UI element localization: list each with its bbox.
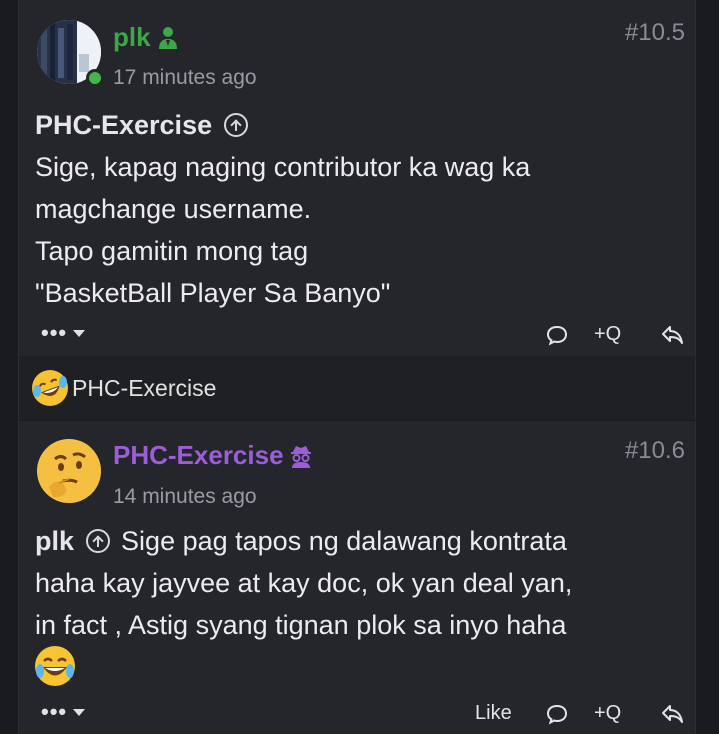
post-body: plk Sige pag tapos ng dalawang kontrata … — [35, 520, 685, 690]
share-button[interactable] — [659, 700, 687, 728]
reply-arrow-icon — [659, 700, 687, 728]
post-author[interactable]: plk — [113, 21, 179, 53]
reaction-users[interactable]: PHC-Exercise — [72, 375, 216, 402]
username-label[interactable]: PHC-Exercise — [113, 439, 284, 471]
quote-line: plk Sige pag tapos ng dalawang kontrata — [35, 520, 685, 562]
avatar-phc-exercise[interactable] — [37, 439, 101, 503]
body-line: Sige pag tapos ng dalawang kontrata — [121, 526, 567, 556]
laughing-tears-emoji-icon — [35, 646, 75, 686]
quote-button[interactable]: +Q — [594, 700, 621, 726]
body-line: in fact , Astig syang tignan plok sa iny… — [35, 610, 567, 640]
reply-arrow-icon — [659, 321, 687, 349]
incognito-icon — [290, 443, 312, 468]
quote-label: +Q — [594, 323, 622, 345]
like-label: Like — [475, 702, 512, 724]
avatar-plk[interactable] — [37, 20, 104, 87]
quote-line: PHC-Exercise — [35, 104, 685, 146]
post-10-5: plk 17 minutes ago #10.5 PHC-Exercise Si… — [18, 0, 696, 356]
more-dots: ••• — [41, 320, 68, 345]
body-line: "BasketBall Player Sa Banyo" — [35, 278, 391, 308]
post-timestamp[interactable]: 17 minutes ago — [113, 65, 257, 91]
quoted-author[interactable]: PHC-Exercise — [35, 110, 212, 140]
quote-label: +Q — [594, 702, 622, 724]
jump-to-quote-icon[interactable] — [223, 113, 248, 137]
reply-button[interactable] — [543, 700, 571, 728]
page-gutter-right — [696, 0, 719, 734]
post-actions: ••• Like +Q — [19, 696, 695, 732]
jump-to-quote-icon[interactable] — [85, 529, 110, 553]
quote-button[interactable]: +Q — [594, 321, 621, 347]
post-body: PHC-Exercise Sige, kapag naging contribu… — [35, 104, 685, 314]
username-label[interactable]: plk — [113, 21, 151, 53]
post-actions: ••• +Q — [19, 317, 695, 353]
post-number[interactable]: #10.6 — [625, 436, 685, 466]
online-status-indicator — [86, 69, 104, 87]
post-number[interactable]: #10.5 — [625, 18, 685, 48]
reply-button[interactable] — [543, 321, 571, 349]
body-line: Sige, kapag naging contributor ka wag ka — [35, 152, 531, 182]
staff-user-icon — [157, 25, 179, 49]
comment-icon — [543, 321, 571, 349]
more-options-button[interactable]: ••• — [41, 699, 86, 724]
post-author[interactable]: PHC-Exercise — [113, 439, 312, 471]
chevron-down-icon — [73, 708, 86, 716]
post-10-6: PHC-Exercise 14 minutes ago #10.6 plk Si… — [18, 420, 696, 734]
page-gutter-left — [0, 0, 18, 734]
body-line: Tapo gamitin mong tag — [35, 236, 309, 266]
more-dots: ••• — [41, 699, 68, 724]
share-button[interactable] — [659, 321, 687, 349]
avatar-image — [37, 439, 101, 503]
quoted-author[interactable]: plk — [35, 526, 74, 556]
emoji-line — [35, 646, 685, 690]
body-line: haha kay jayvee at kay doc, ok yan deal … — [35, 568, 573, 598]
comment-icon — [543, 700, 571, 728]
chevron-down-icon — [73, 329, 86, 337]
post-timestamp[interactable]: 14 minutes ago — [113, 484, 257, 510]
like-button[interactable]: Like — [475, 700, 512, 726]
rofl-emoji-icon — [32, 370, 68, 406]
more-options-button[interactable]: ••• — [41, 320, 86, 345]
reaction-bar[interactable]: PHC-Exercise — [18, 356, 696, 420]
body-line: magchange username. — [35, 194, 312, 224]
thread: plk 17 minutes ago #10.5 PHC-Exercise Si… — [0, 0, 719, 734]
